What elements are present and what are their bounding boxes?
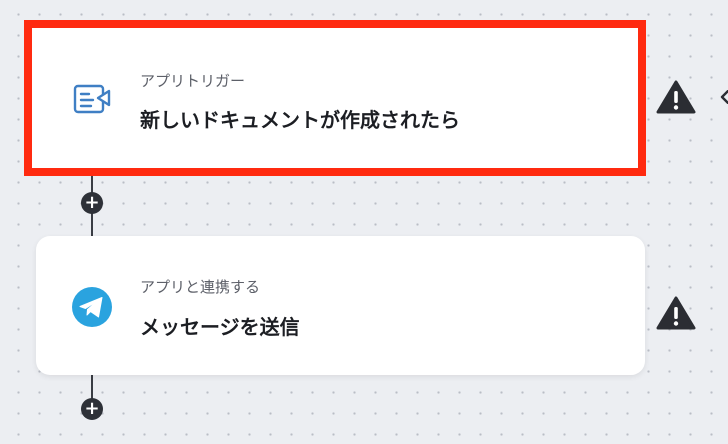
warning-icon[interactable] bbox=[656, 296, 696, 330]
add-step-button[interactable]: + bbox=[81, 192, 103, 214]
telegram-icon bbox=[72, 287, 112, 327]
chevron-left-icon[interactable] bbox=[720, 90, 728, 104]
step-title: メッセージを送信 bbox=[140, 315, 300, 339]
workflow-canvas[interactable]: アプリトリガー 新しいドキュメントが作成されたら + アプリと連携する メッセー… bbox=[0, 0, 728, 444]
add-step-button[interactable]: + bbox=[81, 398, 103, 420]
action-step-card[interactable]: アプリと連携する メッセージを送信 bbox=[36, 236, 645, 375]
step-title: 新しいドキュメントが作成されたら bbox=[140, 108, 460, 132]
step-kind-label: アプリと連携する bbox=[140, 278, 261, 296]
document-trigger-icon bbox=[73, 84, 111, 114]
trigger-step-card[interactable]: アプリトリガー 新しいドキュメントが作成されたら bbox=[24, 20, 646, 176]
step-kind-label: アプリトリガー bbox=[140, 72, 246, 90]
warning-icon[interactable] bbox=[656, 80, 696, 114]
